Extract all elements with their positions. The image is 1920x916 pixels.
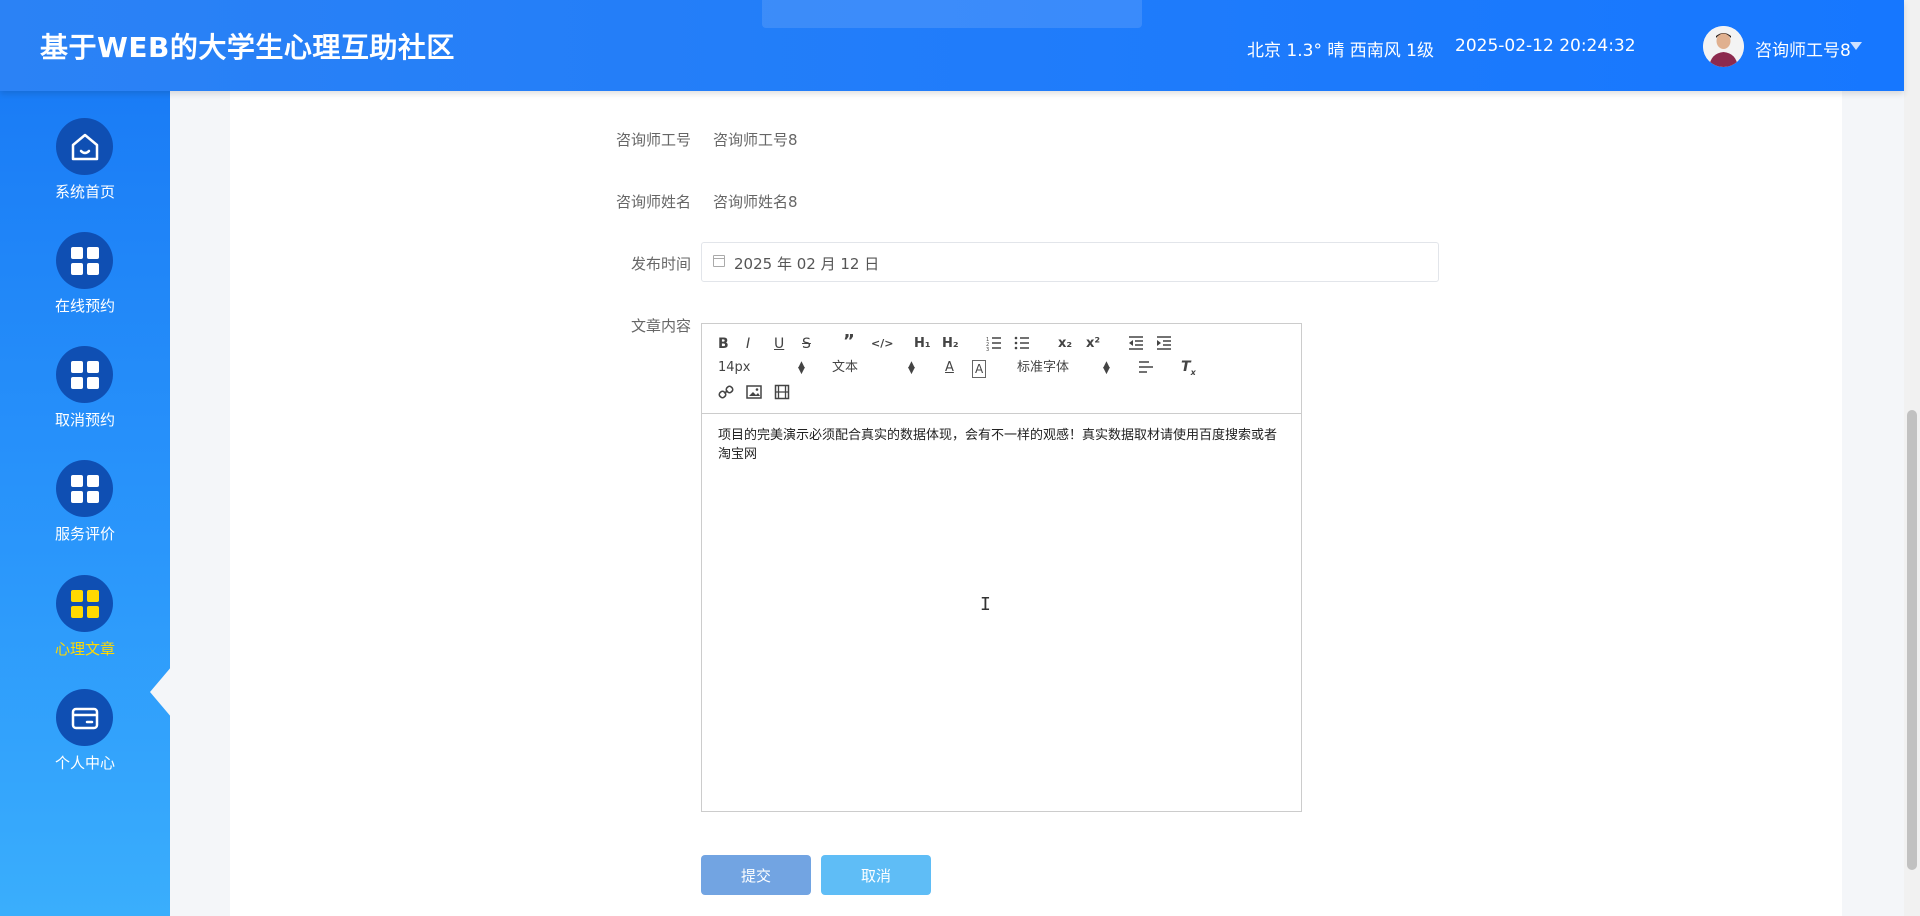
background-color-icon[interactable]: A — [972, 360, 987, 378]
article-form: 咨询师工号 咨询师工号8 咨询师姓名 咨询师姓名8 发布时间 2025 年 02… — [230, 91, 1842, 916]
heading1-icon[interactable]: H₁ — [914, 336, 931, 352]
header-select[interactable]: 文本 — [832, 360, 858, 376]
counselor-name-value: 咨询师姓名8 — [713, 193, 798, 211]
underline-icon[interactable]: U — [774, 336, 784, 352]
publish-date-picker[interactable]: 2025 年 02 月 12 日 — [701, 242, 1439, 282]
sidebar-item-cancel-booking[interactable]: 取消预约 — [0, 346, 170, 456]
top-header: 基于WEB的大学生心理互助社区 北京 1.3° 晴 西南风 1级 2025-02… — [0, 0, 1904, 91]
current-datetime: 2025-02-12 20:24:32 — [1455, 36, 1636, 56]
bold-icon[interactable]: B — [718, 336, 729, 352]
avatar[interactable] — [1703, 26, 1744, 67]
code-block-icon[interactable]: </> — [871, 336, 893, 352]
active-indicator — [150, 666, 172, 718]
select-arrows-icon: ▲ ▼ — [908, 360, 915, 376]
editor-content[interactable]: 项目的完美演示必须配合真实的数据体现，会有不一样的观感！真实数据取材请使用百度搜… — [718, 426, 1288, 464]
publish-time-label: 发布时间 — [630, 255, 691, 273]
sidebar-item-label: 在线预约 — [54, 297, 115, 315]
ordered-list-icon[interactable]: 123 — [986, 335, 1002, 355]
svg-text:3: 3 — [986, 347, 989, 351]
bullet-list-icon[interactable] — [1014, 335, 1030, 355]
subscript-icon[interactable]: x₂ — [1058, 336, 1072, 352]
sidebar: 系统首页 在线预约 取消预约 服务评价 心理文章 个人中心 — [0, 91, 172, 916]
grid-icon — [56, 232, 113, 289]
sidebar-item-profile[interactable]: 个人中心 — [0, 689, 170, 799]
scrollbar-thumb[interactable] — [1907, 410, 1917, 870]
select-arrows-icon: ▲ ▼ — [798, 360, 805, 376]
cancel-button[interactable]: 取消 — [821, 855, 931, 895]
image-icon[interactable] — [746, 384, 762, 404]
user-menu[interactable]: 咨询师工号8 — [1755, 36, 1851, 61]
counselor-id-label: 咨询师工号 — [615, 131, 691, 149]
superscript-icon[interactable]: x² — [1086, 336, 1100, 352]
heading2-icon[interactable]: H₂ — [942, 336, 959, 352]
submit-button[interactable]: 提交 — [701, 855, 811, 895]
align-icon[interactable] — [1138, 360, 1154, 378]
sidebar-item-home[interactable]: 系统首页 — [0, 118, 170, 228]
sidebar-item-label: 服务评价 — [54, 525, 115, 543]
editor-toolbar: B I U S ” </> H₁ H₂ 123 x₂ x² 14px ▲ ▼ 文… — [702, 324, 1301, 414]
select-arrows-icon: ▲ ▼ — [1103, 360, 1110, 376]
publish-date-value: 2025 年 02 月 12 日 — [734, 255, 880, 273]
clear-format-icon[interactable]: Tx — [1181, 359, 1196, 381]
home-icon — [56, 118, 113, 175]
font-family-select[interactable]: 标准字体 — [1017, 360, 1069, 376]
video-icon[interactable] — [774, 384, 790, 404]
sidebar-item-online-booking[interactable]: 在线预约 — [0, 232, 170, 342]
text-cursor-icon: I — [980, 594, 991, 615]
counselor-name-label: 咨询师姓名 — [615, 193, 691, 211]
strike-icon[interactable]: S — [802, 336, 811, 352]
sidebar-item-service-review[interactable]: 服务评价 — [0, 460, 170, 570]
font-size-select[interactable]: 14px — [718, 360, 751, 376]
grid-icon — [56, 460, 113, 517]
card-icon — [56, 689, 113, 746]
weather-info: 北京 1.3° 晴 西南风 1级 — [1247, 41, 1434, 61]
italic-icon[interactable]: I — [746, 336, 750, 352]
app-title: 基于WEB的大学生心理互助社区 — [40, 31, 455, 64]
counselor-id-value: 咨询师工号8 — [713, 131, 798, 149]
grid-icon — [56, 575, 113, 632]
toast-message — [762, 0, 1142, 28]
calendar-icon — [713, 255, 725, 267]
sidebar-item-label: 心理文章 — [54, 640, 115, 658]
rich-text-editor[interactable]: B I U S ” </> H₁ H₂ 123 x₂ x² 14px ▲ ▼ 文… — [701, 323, 1302, 812]
outdent-icon[interactable] — [1128, 335, 1144, 355]
blockquote-icon[interactable]: ” — [843, 333, 855, 351]
link-icon[interactable] — [718, 384, 734, 404]
sidebar-item-label: 个人中心 — [54, 754, 115, 772]
chevron-down-icon[interactable] — [1850, 42, 1862, 50]
text-color-icon[interactable]: A — [945, 360, 954, 376]
content-label: 文章内容 — [630, 317, 691, 335]
sidebar-item-articles[interactable]: 心理文章 — [0, 575, 170, 685]
user-avatar-icon — [1703, 26, 1744, 67]
indent-icon[interactable] — [1156, 335, 1172, 355]
sidebar-item-label: 取消预约 — [54, 411, 115, 429]
grid-icon — [56, 346, 113, 403]
sidebar-item-label: 系统首页 — [54, 183, 115, 201]
